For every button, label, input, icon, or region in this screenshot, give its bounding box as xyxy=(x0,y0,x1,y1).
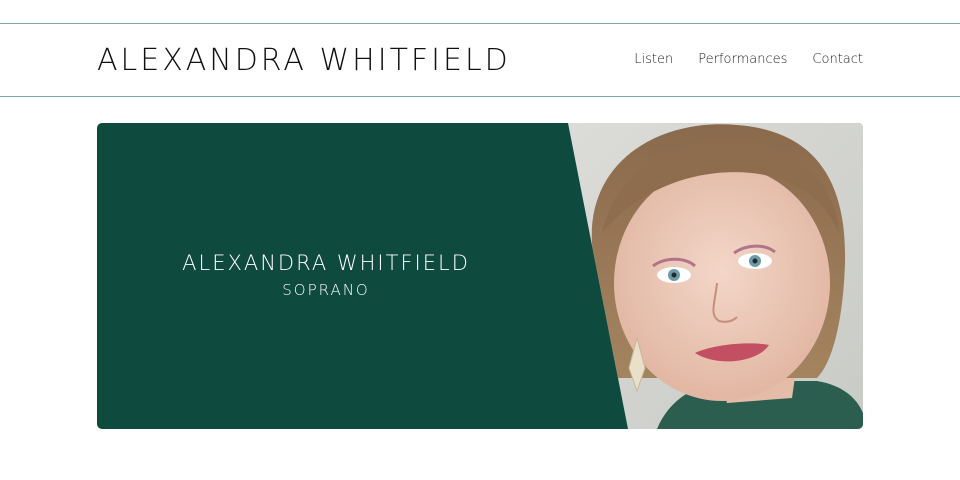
main-nav: Listen Performances Contact xyxy=(634,51,863,69)
nav-item-listen[interactable]: Listen xyxy=(634,51,673,69)
hero-subtitle: SOPRANO xyxy=(282,281,370,299)
nav-item-performances[interactable]: Performances xyxy=(698,51,787,69)
hero-banner: ALEXANDRA WHITFIELD SOPRANO xyxy=(97,123,863,429)
hero-text-block: ALEXANDRA WHITFIELD SOPRANO xyxy=(97,249,555,301)
nav-item-contact[interactable]: Contact xyxy=(812,51,863,69)
hero-title: ALEXANDRA WHITFIELD xyxy=(182,251,470,275)
site-logo[interactable]: ALEXANDRA WHITFIELD xyxy=(97,43,511,79)
site-header: ALEXANDRA WHITFIELD Listen Performances … xyxy=(0,23,960,97)
